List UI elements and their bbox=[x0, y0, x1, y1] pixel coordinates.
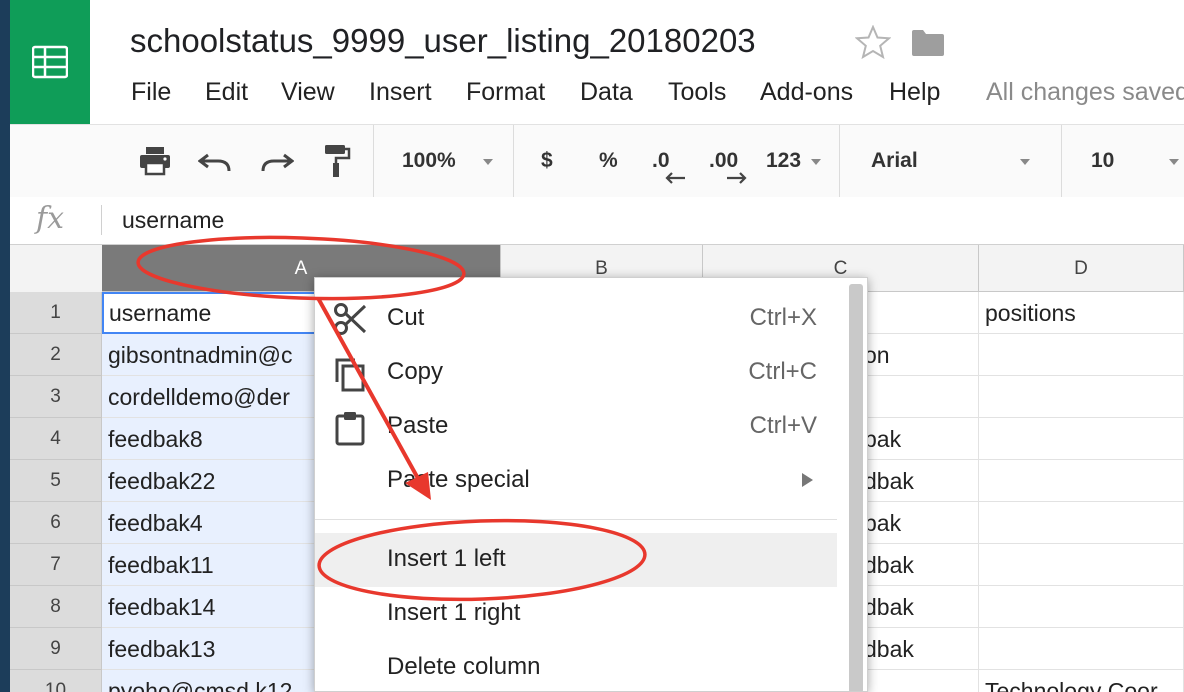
font-size-select[interactable]: 10 bbox=[1091, 149, 1114, 173]
sheets-logo[interactable] bbox=[10, 0, 90, 124]
cell-d4[interactable] bbox=[979, 418, 1184, 460]
print-icon[interactable] bbox=[138, 145, 172, 177]
context-menu: Cut Ctrl+X Copy Ctrl+C Paste Ctrl+V Past… bbox=[314, 277, 868, 692]
arrow-left-icon bbox=[665, 172, 685, 184]
folder-icon[interactable] bbox=[911, 29, 945, 57]
row-header[interactable]: 9 bbox=[10, 628, 102, 670]
row-header[interactable]: 1 bbox=[10, 292, 102, 334]
menu-tools[interactable]: Tools bbox=[668, 78, 726, 107]
arrow-right-icon bbox=[727, 172, 747, 184]
currency-format-button[interactable]: $ bbox=[541, 149, 553, 173]
toolbar: 100% $ % .0 .00 123 Arial 10 bbox=[10, 124, 1184, 198]
row-header[interactable]: 8 bbox=[10, 586, 102, 628]
zoom-select[interactable]: 100% bbox=[402, 149, 456, 173]
menu-item-copy-label: Copy bbox=[387, 358, 444, 385]
menu-item-paste-special[interactable]: Paste special bbox=[315, 454, 837, 508]
menu-item-paste-shortcut: Ctrl+V bbox=[749, 412, 817, 439]
menu-add-ons[interactable]: Add-ons bbox=[760, 78, 853, 107]
context-menu-scrollbar[interactable] bbox=[849, 284, 863, 691]
font-family-select[interactable]: Arial bbox=[871, 149, 918, 173]
menu-item-cut[interactable]: Cut Ctrl+X bbox=[315, 292, 837, 346]
save-status[interactable]: All changes saved bbox=[986, 78, 1184, 107]
menu-item-insert-right[interactable]: Insert 1 right bbox=[315, 587, 837, 641]
cell-d1[interactable]: positions bbox=[979, 292, 1184, 334]
menu-item-paste-special-label: Paste special bbox=[387, 466, 530, 493]
more-formats-caret-icon bbox=[811, 159, 821, 165]
submenu-arrow-icon bbox=[802, 473, 813, 487]
menu-view[interactable]: View bbox=[281, 78, 335, 107]
cell-d5[interactable] bbox=[979, 460, 1184, 502]
scissors-icon bbox=[334, 303, 367, 335]
more-formats-button[interactable]: 123 bbox=[766, 149, 801, 173]
menu-item-copy-shortcut: Ctrl+C bbox=[748, 358, 817, 385]
menu-item-delete-column-label: Delete column bbox=[387, 653, 541, 680]
cell-d2[interactable] bbox=[979, 334, 1184, 376]
menu-help[interactable]: Help bbox=[889, 78, 940, 107]
select-all-corner[interactable] bbox=[10, 245, 103, 293]
menu-item-insert-left[interactable]: Insert 1 left bbox=[315, 533, 837, 587]
menu-item-copy[interactable]: Copy Ctrl+C bbox=[315, 346, 837, 400]
formula-bar: fx username bbox=[10, 197, 1184, 245]
menu-file[interactable]: File bbox=[131, 78, 171, 107]
cell-d7[interactable] bbox=[979, 544, 1184, 586]
zoom-caret-icon bbox=[483, 159, 493, 165]
clipboard-icon bbox=[335, 412, 365, 446]
increase-decimal-button[interactable]: .00 bbox=[709, 149, 738, 173]
menu-item-cut-shortcut: Ctrl+X bbox=[749, 304, 817, 331]
menu-item-insert-right-label: Insert 1 right bbox=[387, 599, 521, 626]
cell-d10[interactable]: Technology Coor bbox=[979, 670, 1184, 692]
sheets-grid-icon bbox=[32, 45, 68, 79]
star-icon[interactable] bbox=[855, 25, 891, 59]
left-window-edge bbox=[0, 0, 10, 692]
document-title[interactable]: schoolstatus_9999_user_listing_20180203 bbox=[130, 22, 756, 60]
menu-data[interactable]: Data bbox=[580, 78, 633, 107]
formula-input[interactable]: username bbox=[122, 207, 224, 234]
menu-item-paste[interactable]: Paste Ctrl+V bbox=[315, 400, 837, 454]
font-size-caret-icon bbox=[1169, 159, 1179, 165]
menu-format[interactable]: Format bbox=[466, 78, 545, 107]
redo-icon[interactable] bbox=[260, 149, 294, 173]
copy-icon bbox=[335, 358, 365, 392]
undo-icon[interactable] bbox=[198, 149, 232, 173]
cell-d3[interactable] bbox=[979, 376, 1184, 418]
row-header[interactable]: 3 bbox=[10, 376, 102, 418]
row-header[interactable]: 2 bbox=[10, 334, 102, 376]
font-family-caret-icon bbox=[1020, 159, 1030, 165]
cell-d8[interactable] bbox=[979, 586, 1184, 628]
menu-item-delete-column[interactable]: Delete column bbox=[315, 641, 837, 691]
menu-item-paste-label: Paste bbox=[387, 412, 449, 439]
menu-item-insert-left-label: Insert 1 left bbox=[387, 545, 506, 572]
percent-format-button[interactable]: % bbox=[599, 149, 618, 173]
row-header[interactable]: 4 bbox=[10, 418, 102, 460]
row-header[interactable]: 7 bbox=[10, 544, 102, 586]
row-header[interactable]: 6 bbox=[10, 502, 102, 544]
paint-format-icon[interactable] bbox=[322, 143, 352, 179]
row-header[interactable]: 10 bbox=[10, 670, 102, 692]
column-header-d[interactable]: D bbox=[979, 245, 1184, 292]
menu-edit[interactable]: Edit bbox=[205, 78, 248, 107]
menu-item-cut-label: Cut bbox=[387, 304, 425, 331]
cell-d9[interactable] bbox=[979, 628, 1184, 670]
cell-d6[interactable] bbox=[979, 502, 1184, 544]
menu-divider bbox=[315, 519, 837, 520]
menu-insert[interactable]: Insert bbox=[369, 78, 432, 107]
decrease-decimal-button[interactable]: .0 bbox=[652, 149, 670, 173]
row-header[interactable]: 5 bbox=[10, 460, 102, 502]
fx-icon: fx bbox=[36, 201, 65, 236]
